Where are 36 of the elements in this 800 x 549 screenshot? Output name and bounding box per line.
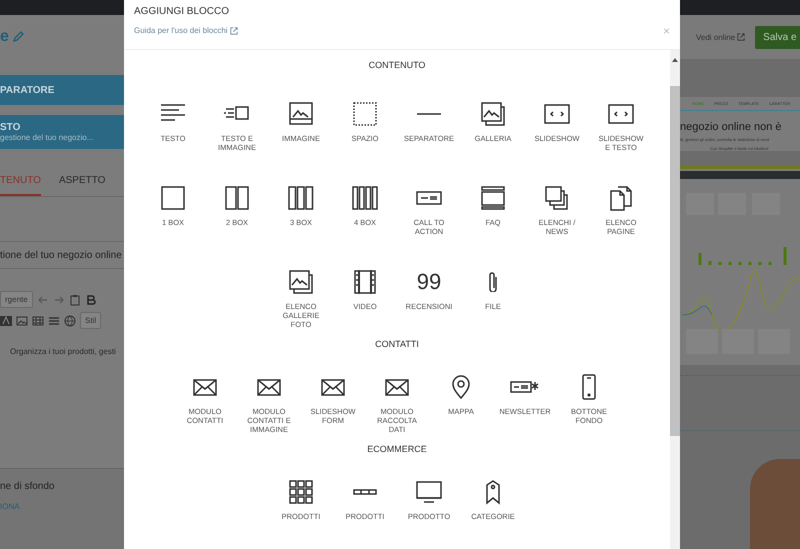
block-bar[interactable]: PARATORE bbox=[0, 75, 124, 105]
separator-icon bbox=[417, 113, 441, 115]
paste-icon[interactable] bbox=[68, 294, 81, 306]
body-text: Organizza i tuoi prodotti, gesti bbox=[9, 347, 117, 356]
scroll-up-icon[interactable] bbox=[671, 56, 679, 64]
guide-link[interactable]: Guida per l'uso dei blocchi bbox=[134, 26, 238, 35]
file-icon bbox=[489, 272, 497, 292]
scrollbar[interactable] bbox=[670, 50, 680, 549]
external-link-icon bbox=[737, 33, 746, 41]
block-subtitle: gestione del tuo negozio... bbox=[0, 133, 94, 142]
block-title: STO bbox=[0, 122, 22, 133]
box4-icon bbox=[350, 184, 380, 212]
pencil-icon bbox=[12, 31, 24, 43]
text-color-icon[interactable] bbox=[0, 314, 12, 326]
table-icon[interactable] bbox=[32, 314, 44, 326]
horizontal-rule-icon[interactable] bbox=[48, 314, 60, 326]
quote-icon: 99 bbox=[416, 268, 442, 296]
section-title: CONTENUTO bbox=[368, 60, 426, 70]
box3-icon bbox=[286, 184, 316, 212]
external-link-icon bbox=[230, 26, 238, 34]
bar-icon bbox=[353, 489, 377, 495]
globe-icon[interactable] bbox=[64, 314, 76, 326]
bold-icon[interactable] bbox=[84, 294, 97, 306]
redo-icon[interactable] bbox=[52, 294, 65, 306]
block-bar[interactable]: STO gestione del tuo negozio... bbox=[0, 115, 124, 149]
preview-heading: negozio online non è bbox=[680, 121, 783, 133]
page-title: e bbox=[0, 28, 9, 46]
block-title: PARATORE bbox=[0, 84, 56, 96]
undo-icon[interactable] bbox=[36, 294, 49, 306]
section-title: CONTATTI bbox=[375, 339, 419, 349]
save-button[interactable]: Salva e bbox=[755, 26, 800, 48]
scrollbar-thumb[interactable] bbox=[670, 86, 680, 436]
section-title: ECOMMERCE bbox=[367, 444, 427, 454]
background-label: ne di sfondo bbox=[0, 481, 56, 492]
dialog-title: AGGIUNGI BLOCCO bbox=[134, 6, 230, 17]
image-icon[interactable] bbox=[16, 314, 28, 326]
